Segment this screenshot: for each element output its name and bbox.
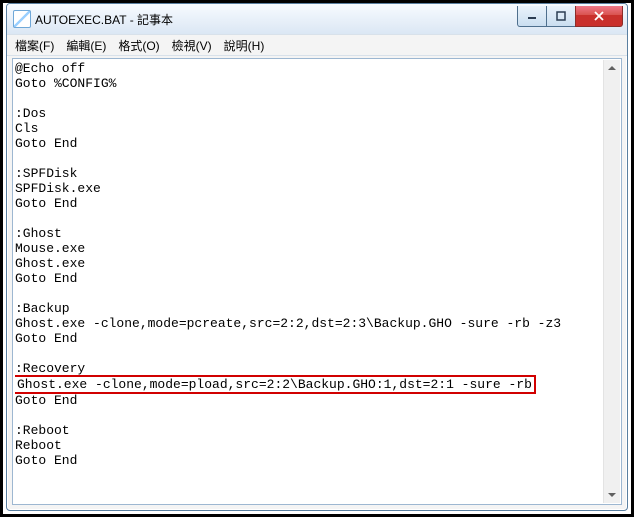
notepad-window: AUTOEXEC.BAT - 記事本 檔案(F) 編輯(E) 格式(O) 檢視(…	[6, 3, 628, 511]
line: :Dos	[15, 106, 46, 121]
chevron-down-icon	[608, 493, 616, 497]
maximize-button[interactable]	[546, 6, 576, 27]
menubar: 檔案(F) 編輯(E) 格式(O) 檢視(V) 說明(H)	[7, 34, 627, 56]
menu-file[interactable]: 檔案(F)	[9, 36, 60, 55]
editor-area: @Echo off Goto %CONFIG% :Dos Cls Goto En…	[12, 58, 622, 505]
scroll-down-button[interactable]	[604, 487, 620, 503]
line: @Echo off	[15, 61, 85, 76]
line: Goto %CONFIG%	[15, 76, 116, 91]
close-icon	[593, 11, 605, 21]
window-title: AUTOEXEC.BAT - 記事本	[35, 11, 518, 28]
line: :Reboot	[15, 423, 70, 438]
chevron-up-icon	[608, 66, 616, 70]
line: :SPFDisk	[15, 166, 77, 181]
menu-help[interactable]: 說明(H)	[218, 36, 271, 55]
line: Goto End	[15, 393, 77, 408]
line: Goto End	[15, 196, 77, 211]
app-icon	[13, 10, 31, 28]
line: Ghost.exe -clone,mode=pcreate,src=2:2,ds…	[15, 316, 561, 331]
line: SPFDisk.exe	[15, 181, 101, 196]
line: Mouse.exe	[15, 241, 85, 256]
line: Goto End	[15, 136, 77, 151]
line: Goto End	[15, 271, 77, 286]
menu-format[interactable]: 格式(O)	[112, 36, 165, 55]
line: :Ghost	[15, 226, 62, 241]
scroll-up-button[interactable]	[604, 60, 620, 76]
menu-view[interactable]: 檢視(V)	[166, 36, 218, 55]
titlebar[interactable]: AUTOEXEC.BAT - 記事本	[7, 4, 627, 34]
line: Cls	[15, 121, 38, 136]
menu-edit[interactable]: 編輯(E)	[60, 36, 112, 55]
line: Goto End	[15, 453, 77, 468]
close-button[interactable]	[575, 6, 623, 27]
line: Reboot	[15, 438, 62, 453]
minimize-icon	[527, 11, 537, 21]
maximize-icon	[556, 11, 566, 21]
line: :Backup	[15, 301, 70, 316]
line: :Recovery	[15, 361, 85, 376]
line: Goto End	[15, 331, 77, 346]
minimize-button[interactable]	[517, 6, 547, 27]
text-content[interactable]: @Echo off Goto %CONFIG% :Dos Cls Goto En…	[15, 61, 603, 502]
vertical-scrollbar[interactable]	[603, 60, 620, 503]
highlighted-line: Ghost.exe -clone,mode=pload,src=2:2\Back…	[15, 375, 536, 394]
line: Ghost.exe	[15, 256, 85, 271]
